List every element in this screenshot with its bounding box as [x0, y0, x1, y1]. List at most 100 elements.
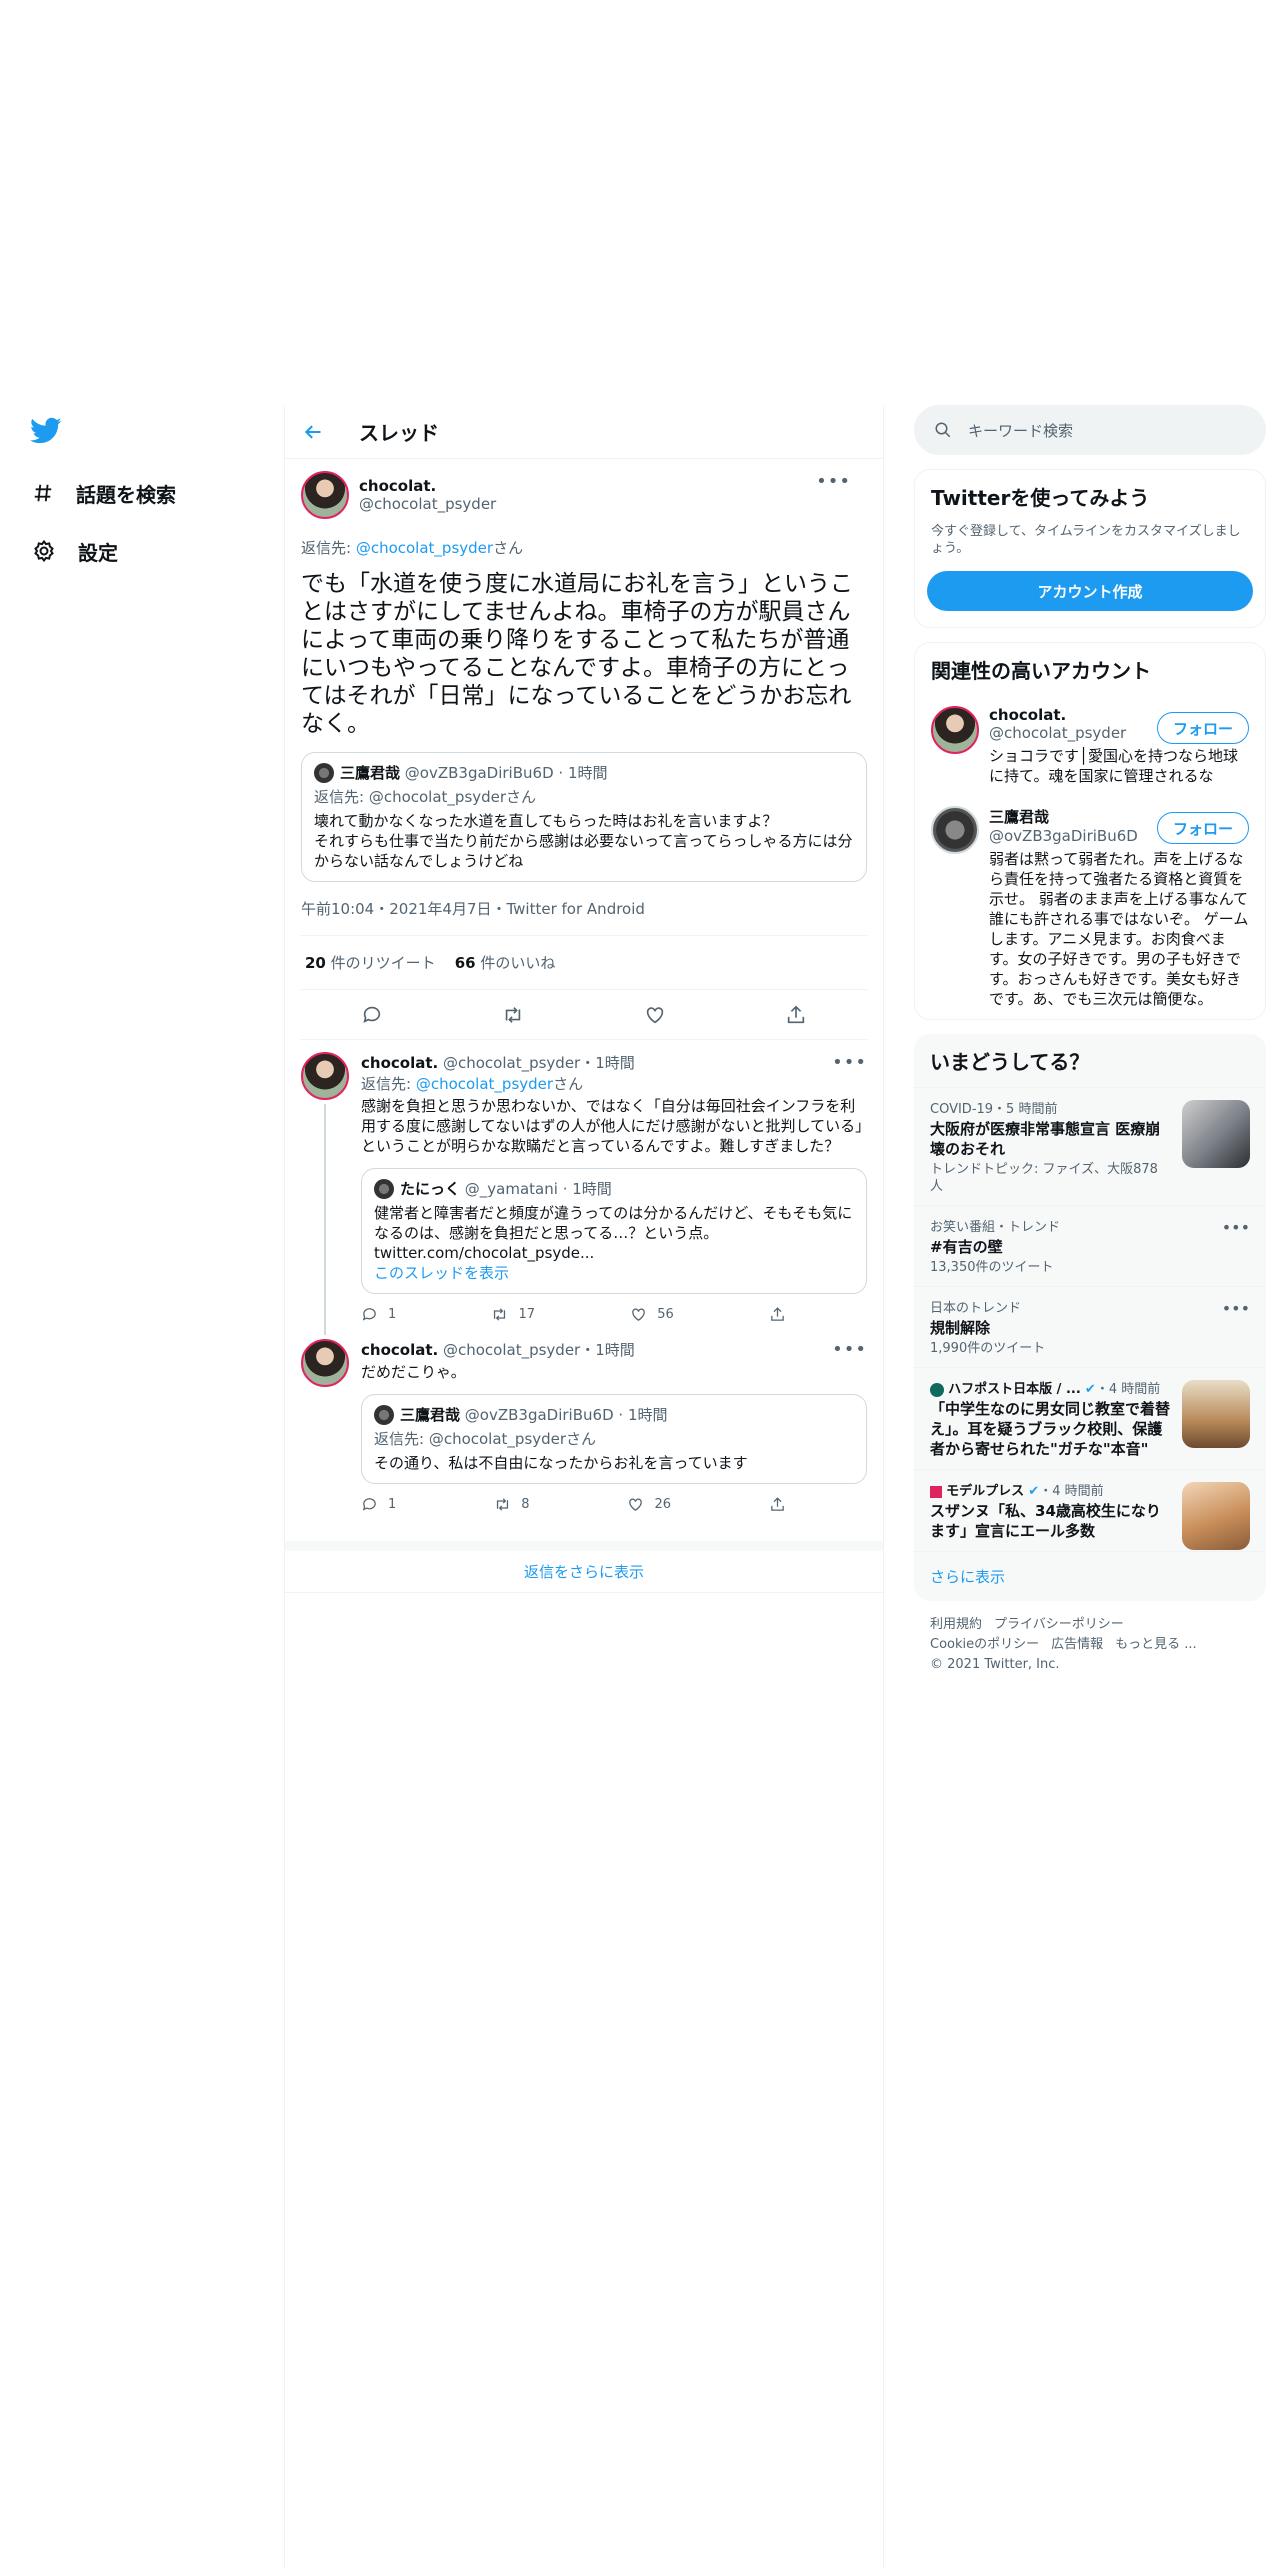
quote-text: その通り、私は不自由になったからお礼を言っています — [374, 1454, 748, 1472]
search-box[interactable]: キーワード検索 — [914, 405, 1266, 455]
trend-item[interactable]: モデルプレス ✔・4 時間前 スザンヌ「私、34歳高校生になります」宣言にエール… — [914, 1469, 1266, 1551]
footer-link-privacy[interactable]: プライバシーポリシー — [994, 1617, 1124, 1632]
share-button[interactable] — [769, 1496, 786, 1513]
share-button[interactable] — [769, 1306, 786, 1323]
avatar[interactable] — [301, 471, 349, 519]
quote-author-name: たにっく — [400, 1180, 461, 1198]
retweet-button[interactable]: 8 — [494, 1496, 530, 1513]
like-count: 26 — [654, 1497, 672, 1512]
trend-subtitle: 1,990件のツイート — [930, 1341, 1046, 1356]
trend-title: スザンヌ「私、34歳高校生になります」宣言にエール多数 — [930, 1502, 1161, 1540]
more-icon[interactable]: ••• — [1222, 1299, 1250, 1318]
reply-to: 返信先: @chocolat_psyderさん — [361, 1073, 867, 1094]
reply-to-link[interactable]: @chocolat_psyder — [416, 1075, 553, 1093]
author-handle[interactable]: @chocolat_psyder — [359, 495, 496, 513]
gear-icon — [32, 539, 56, 563]
signup-card: Twitterを使ってみよう 今すぐ登録して、タイムラインをカスタマイズしましょ… — [914, 469, 1266, 628]
footer-link-cookie[interactable]: Cookieのポリシー — [930, 1637, 1039, 1652]
tweet-time[interactable]: ・1時間 — [580, 1341, 635, 1359]
author-name[interactable]: chocolat. — [361, 1054, 438, 1072]
author-name[interactable]: chocolat. — [361, 1341, 438, 1359]
reply-button[interactable]: 1 — [361, 1496, 396, 1513]
trend-item[interactable]: COVID-19・5 時間前 大阪府が医療非常事態宣言 医療崩壊のおそれ トレン… — [914, 1087, 1266, 1205]
tweet-actions — [301, 990, 867, 1040]
avatar — [374, 1179, 394, 1199]
twitter-logo-icon[interactable] — [30, 417, 62, 445]
retweet-count[interactable]: 20 — [305, 954, 326, 972]
avatar[interactable] — [301, 1052, 349, 1100]
trend-item[interactable]: お笑い番組・トレンド #有吉の壁 13,350件のツイート ••• — [914, 1205, 1266, 1286]
create-account-button[interactable]: アカウント作成 — [927, 571, 1253, 611]
account-item[interactable]: 三鷹君哉 @ovZB3gaDiriBu6D 弱者は黙って弱者たれ。声を上げるなら… — [915, 796, 1265, 1019]
reply-to-link[interactable]: @chocolat_psyder — [356, 539, 493, 557]
more-icon[interactable]: ••• — [832, 1339, 867, 1360]
hashtag-icon — [32, 482, 54, 504]
show-thread-link[interactable]: このスレッドを表示 — [374, 1263, 854, 1283]
reply-to: 返信先: @chocolat_psyderさん — [301, 537, 867, 558]
avatar[interactable] — [301, 1339, 349, 1387]
quoted-tweet[interactable]: たにっく @_yamatani · 1時間 健常者と障害者だと頻度が違うってのは… — [361, 1168, 867, 1294]
like-label[interactable]: 件のいいね — [476, 954, 555, 972]
reply-button[interactable]: 1 — [361, 1306, 396, 1323]
related-accounts-card: 関連性の高いアカウント chocolat. @chocolat_psyder シ… — [914, 642, 1266, 1020]
trends-title: いまどうしてる？ — [930, 1050, 1090, 1074]
trend-item[interactable]: 日本のトレンド 規制解除 1,990件のツイート ••• — [914, 1286, 1266, 1367]
search-input[interactable]: キーワード検索 — [968, 420, 1073, 441]
quote-reply-line: 返信先: @chocolat_psyderさん — [374, 1430, 597, 1448]
trend-subtitle: 13,350件のツイート — [930, 1260, 1054, 1275]
quote-link[interactable]: twitter.com/chocolat_psyde... — [374, 1243, 854, 1263]
trend-item[interactable]: ハフポスト日本版 / ... ✔・4 時間前 「中学生なのに男女同じ教室で着替え… — [914, 1367, 1266, 1469]
account-bio: 弱者は黙って弱者たれ。声を上げるなら責任を持って強者たる資格と資質を示せ。 弱者… — [989, 850, 1249, 1008]
author-handle[interactable]: @chocolat_psyder — [443, 1341, 580, 1359]
like-count: 56 — [657, 1307, 674, 1322]
follow-button[interactable]: フォロー — [1157, 812, 1249, 844]
trend-title: 大阪府が医療非常事態宣言 医療崩壊のおそれ — [930, 1120, 1161, 1158]
follow-button[interactable]: フォロー — [1157, 712, 1249, 744]
back-arrow-icon[interactable] — [303, 422, 323, 442]
trend-title: #有吉の壁 — [930, 1238, 1003, 1256]
author-name[interactable]: chocolat. — [359, 477, 496, 495]
footer-link-more[interactable]: もっと見る ... — [1115, 1637, 1197, 1652]
like-icon[interactable] — [644, 1004, 666, 1026]
quote-author-name: 三鷹君哉 — [400, 1406, 461, 1424]
nav-settings[interactable]: 設定 — [32, 531, 118, 571]
tweet-text: でも「水道を使う度に水道局にお礼を言う」ということはさすがにしてませんよね。車椅… — [301, 571, 853, 737]
nav-explore[interactable]: 話題を検索 — [32, 473, 176, 513]
quote-reply-line: 返信先: @chocolat_psyderさん — [314, 788, 537, 806]
show-more-replies-button[interactable]: 返信をさらに表示 — [285, 1541, 883, 1593]
more-icon[interactable]: ••• — [832, 1052, 867, 1073]
show-more-trends-link[interactable]: さらに表示 — [914, 1551, 1266, 1601]
publisher-icon — [930, 1382, 944, 1397]
share-icon[interactable] — [785, 1004, 807, 1026]
avatar — [374, 1405, 394, 1425]
retweet-label[interactable]: 件のリツイート — [326, 954, 436, 972]
quoted-tweet[interactable]: 三鷹君哉 @ovZB3gaDiriBu6D · 1時間 返信先: @chocol… — [301, 752, 867, 882]
quote-text: 健常者と障害者だと頻度が違うってのは分かるんだけど、そもそも気になるのは、感謝を… — [374, 1204, 853, 1242]
author-handle[interactable]: @chocolat_psyder — [443, 1054, 580, 1072]
avatar[interactable] — [931, 706, 979, 754]
trend-context: 日本のトレンド — [930, 1301, 1022, 1316]
trend-image — [1182, 1100, 1250, 1168]
more-icon[interactable]: ••• — [1222, 1218, 1250, 1237]
quoted-tweet[interactable]: 三鷹君哉 @ovZB3gaDiriBu6D · 1時間 返信先: @chocol… — [361, 1394, 867, 1484]
account-item[interactable]: chocolat. @chocolat_psyder ショコラです│愛国心を持つ… — [915, 696, 1265, 796]
like-button[interactable]: 26 — [627, 1496, 671, 1513]
tweet-actions: 1 8 26 — [361, 1496, 786, 1525]
reply-icon[interactable] — [361, 1004, 383, 1026]
footer-link-terms[interactable]: 利用規約 — [930, 1617, 982, 1632]
footer-link-ads[interactable]: 広告情報 — [1051, 1637, 1103, 1652]
like-count[interactable]: 66 — [455, 954, 476, 972]
retweet-button[interactable]: 17 — [491, 1306, 535, 1323]
avatar[interactable] — [931, 806, 979, 854]
trend-image — [1182, 1380, 1250, 1448]
retweet-icon — [497, 1498, 509, 1511]
related-title: 関連性の高いアカウント — [931, 659, 1151, 683]
main-tweet: chocolat. @chocolat_psyder ••• 返信先: @cho… — [285, 459, 883, 1040]
tweet-time[interactable]: ・1時間 — [580, 1054, 635, 1072]
nav-explore-label: 話題を検索 — [76, 482, 176, 507]
more-icon[interactable]: ••• — [816, 471, 851, 492]
like-icon — [629, 1498, 643, 1511]
tweet-meta[interactable]: 午前10:04・2021年4月7日・Twitter for Android — [301, 898, 867, 936]
retweet-icon[interactable] — [502, 1004, 524, 1026]
like-button[interactable]: 56 — [630, 1306, 674, 1323]
